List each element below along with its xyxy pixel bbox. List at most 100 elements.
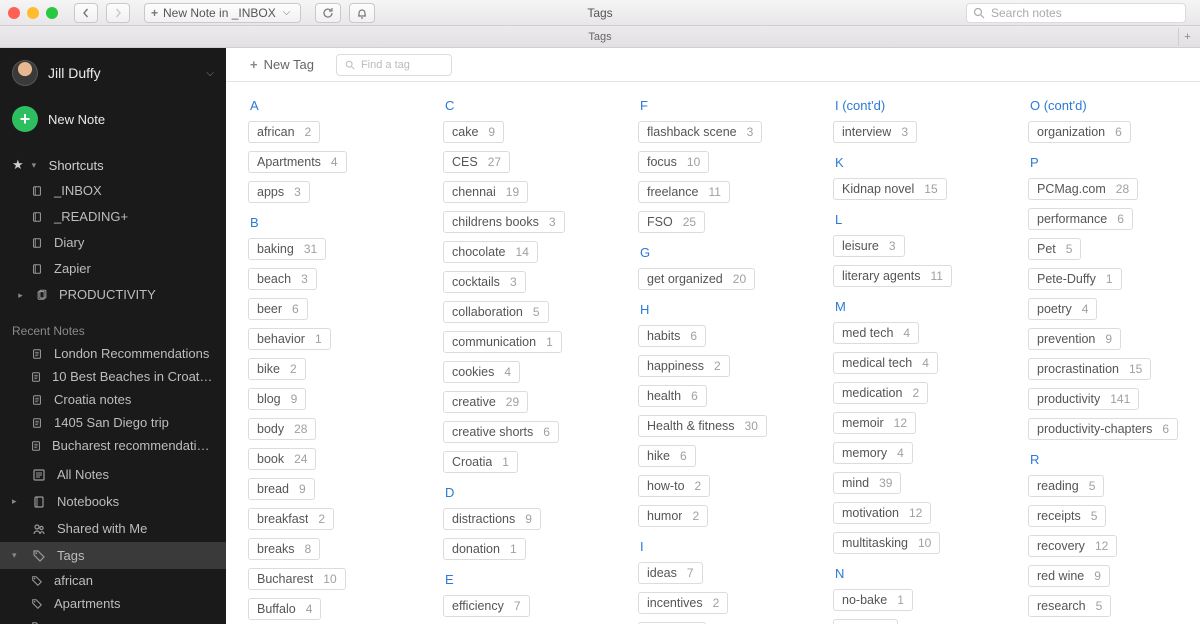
back-button[interactable]: [74, 3, 98, 23]
tag-chip[interactable]: breakfast2: [248, 508, 334, 530]
tag-chip[interactable]: beer6: [248, 298, 308, 320]
tag-chip[interactable]: interview3: [833, 121, 917, 143]
sidebar-tag-item[interactable]: african: [0, 569, 226, 592]
tag-chip[interactable]: hike6: [638, 445, 696, 467]
tag-chip[interactable]: freelance11: [638, 181, 730, 203]
tag-chip[interactable]: medical tech4: [833, 352, 938, 374]
tag-chip[interactable]: flashback scene3: [638, 121, 762, 143]
tag-chip[interactable]: blog9: [248, 388, 306, 410]
tag-chip[interactable]: childrens books3: [443, 211, 565, 233]
tag-chip[interactable]: no-bake1: [833, 589, 913, 611]
tag-chip[interactable]: cookies4: [443, 361, 520, 383]
tag-chip[interactable]: Kidnap novel15: [833, 178, 947, 200]
disclosure-triangle-icon[interactable]: ▸: [12, 496, 21, 507]
forward-button[interactable]: [106, 3, 130, 23]
tag-chip[interactable]: red wine9: [1028, 565, 1110, 587]
tag-chip[interactable]: bread9: [248, 478, 315, 500]
tag-chip[interactable]: novel3: [833, 619, 898, 624]
tag-chip[interactable]: african2: [248, 121, 320, 143]
disclosure-triangle-icon[interactable]: ▾: [12, 550, 21, 561]
recent-note-item[interactable]: London Recommendations: [0, 342, 226, 365]
tag-chip[interactable]: humor2: [638, 505, 708, 527]
tag-chip[interactable]: receipts5: [1028, 505, 1106, 527]
shortcut-item[interactable]: _INBOX: [0, 178, 226, 204]
shortcut-item[interactable]: ▸PRODUCTIVITY: [0, 282, 226, 308]
tag-chip[interactable]: medication2: [833, 382, 928, 404]
tag-chip[interactable]: Bucharest10: [248, 568, 346, 590]
tag-chip[interactable]: performance6: [1028, 208, 1133, 230]
tag-chip[interactable]: ideas7: [638, 562, 703, 584]
new-note-in-button[interactable]: + New Note in _INBOX ⌵: [144, 3, 301, 23]
tag-chip[interactable]: memoir12: [833, 412, 916, 434]
tag-chip[interactable]: creative29: [443, 391, 528, 413]
tag-chip[interactable]: Buffalo4: [248, 598, 321, 620]
tag-chip[interactable]: productivity-chapters6: [1028, 418, 1178, 440]
tag-chip[interactable]: research5: [1028, 595, 1111, 617]
new-note-button[interactable]: +: [12, 106, 38, 132]
shortcut-item[interactable]: Diary: [0, 230, 226, 256]
tag-chip[interactable]: happiness2: [638, 355, 730, 377]
recent-note-item[interactable]: 10 Best Beaches in Croatia for Fa…: [0, 365, 226, 388]
tag-chip[interactable]: get organized20: [638, 268, 755, 290]
tag-chip[interactable]: Croatia1: [443, 451, 518, 473]
tag-chip[interactable]: distractions9: [443, 508, 541, 530]
tag-chip[interactable]: beach3: [248, 268, 317, 290]
tag-chip[interactable]: cake9: [443, 121, 504, 143]
recent-note-item[interactable]: Bucharest recommendations for v…: [0, 434, 226, 457]
tag-chip[interactable]: incentives2: [638, 592, 728, 614]
nav-tags[interactable]: ▾ Tags: [0, 542, 226, 569]
nav-shared[interactable]: Shared with Me: [0, 515, 226, 542]
nav-notebooks[interactable]: ▸ Notebooks: [0, 488, 226, 515]
tag-chip[interactable]: how-to2: [638, 475, 710, 497]
tag-chip[interactable]: communication1: [443, 331, 562, 353]
tag-chip[interactable]: mind39: [833, 472, 901, 494]
tag-chip[interactable]: literary agents11: [833, 265, 952, 287]
new-note-row[interactable]: + New Note: [0, 96, 226, 146]
tag-chip[interactable]: leisure3: [833, 235, 905, 257]
tag-chip[interactable]: multitasking10: [833, 532, 940, 554]
tag-chip[interactable]: Health & fitness30: [638, 415, 767, 437]
tag-chip[interactable]: organization6: [1028, 121, 1131, 143]
tag-chip[interactable]: PCMag.com28: [1028, 178, 1138, 200]
find-tag-input[interactable]: Find a tag: [336, 54, 452, 76]
sync-button[interactable]: [315, 3, 341, 23]
tag-chip[interactable]: Apartments4: [248, 151, 347, 173]
tag-chip[interactable]: Pete-Duffy1: [1028, 268, 1122, 290]
nav-all-notes[interactable]: All Notes: [0, 461, 226, 488]
tag-chip[interactable]: productivity141: [1028, 388, 1139, 410]
minimize-window-button[interactable]: [27, 7, 39, 19]
tag-chip[interactable]: prevention9: [1028, 328, 1121, 350]
tag-chip[interactable]: health6: [638, 385, 707, 407]
search-notes-input[interactable]: Search notes: [966, 3, 1186, 23]
shortcuts-header[interactable]: ★ ▾ Shortcuts: [0, 152, 226, 178]
tag-chip[interactable]: cocktails3: [443, 271, 526, 293]
tag-chip[interactable]: reading5: [1028, 475, 1104, 497]
close-window-button[interactable]: [8, 7, 20, 19]
tag-chip[interactable]: memory4: [833, 442, 913, 464]
account-menu[interactable]: Jill Duffy ⌵: [0, 48, 226, 96]
activity-button[interactable]: [349, 3, 375, 23]
tag-chip[interactable]: donation1: [443, 538, 526, 560]
tag-chip[interactable]: breaks8: [248, 538, 320, 560]
shortcut-item[interactable]: _READING+: [0, 204, 226, 230]
sidebar-tag-item[interactable]: apps: [0, 615, 226, 624]
tag-chip[interactable]: procrastination15: [1028, 358, 1151, 380]
tag-chip[interactable]: book24: [248, 448, 316, 470]
tag-chip[interactable]: behavior1: [248, 328, 331, 350]
tag-chip[interactable]: efficiency7: [443, 595, 530, 617]
tag-chip[interactable]: focus10: [638, 151, 709, 173]
tag-chip[interactable]: Pet5: [1028, 238, 1081, 260]
tag-chip[interactable]: chennai19: [443, 181, 528, 203]
tag-chip[interactable]: CES27: [443, 151, 510, 173]
tag-chip[interactable]: recovery12: [1028, 535, 1117, 557]
tag-chip[interactable]: baking31: [248, 238, 326, 260]
tag-chip[interactable]: bike2: [248, 358, 306, 380]
tag-chip[interactable]: creative shorts6: [443, 421, 559, 443]
tag-chip[interactable]: chocolate14: [443, 241, 538, 263]
zoom-window-button[interactable]: [46, 7, 58, 19]
tag-chip[interactable]: apps3: [248, 181, 310, 203]
tag-chip[interactable]: collaboration5: [443, 301, 549, 323]
tag-chip[interactable]: body28: [248, 418, 316, 440]
tag-chip[interactable]: med tech4: [833, 322, 919, 344]
tag-chip[interactable]: FSO25: [638, 211, 705, 233]
